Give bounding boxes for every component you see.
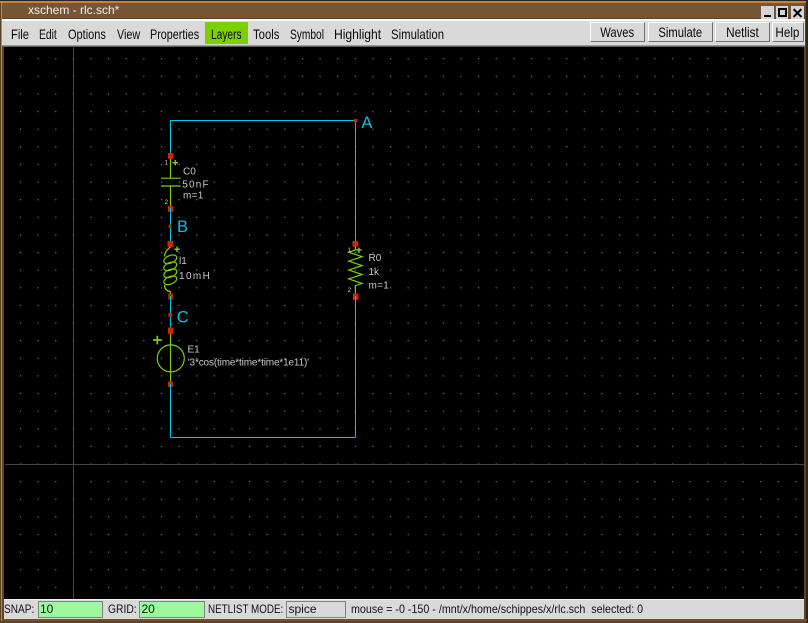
- svg-text:C: C: [177, 308, 189, 326]
- svg-text:1: 1: [348, 247, 352, 254]
- svg-text:C0: C0: [183, 166, 196, 177]
- svg-text:1: 1: [165, 160, 169, 167]
- svg-text:m=1: m=1: [183, 190, 204, 201]
- svg-text:1k: 1k: [369, 267, 381, 278]
- svg-text:2: 2: [165, 199, 169, 206]
- svg-text:m=1: m=1: [369, 281, 390, 292]
- svg-text:'3*cos(time*time*time*1e11)': '3*cos(time*time*time*1e11)': [188, 357, 309, 368]
- svg-text:l1: l1: [179, 256, 187, 267]
- svg-text:R0: R0: [369, 253, 382, 264]
- svg-text:E1: E1: [188, 344, 201, 355]
- svg-text:2: 2: [348, 287, 352, 294]
- svg-text:A: A: [361, 114, 372, 132]
- svg-text:50nF: 50nF: [182, 180, 210, 191]
- svg-text:B: B: [177, 218, 188, 236]
- svg-text:10mH: 10mH: [179, 271, 211, 282]
